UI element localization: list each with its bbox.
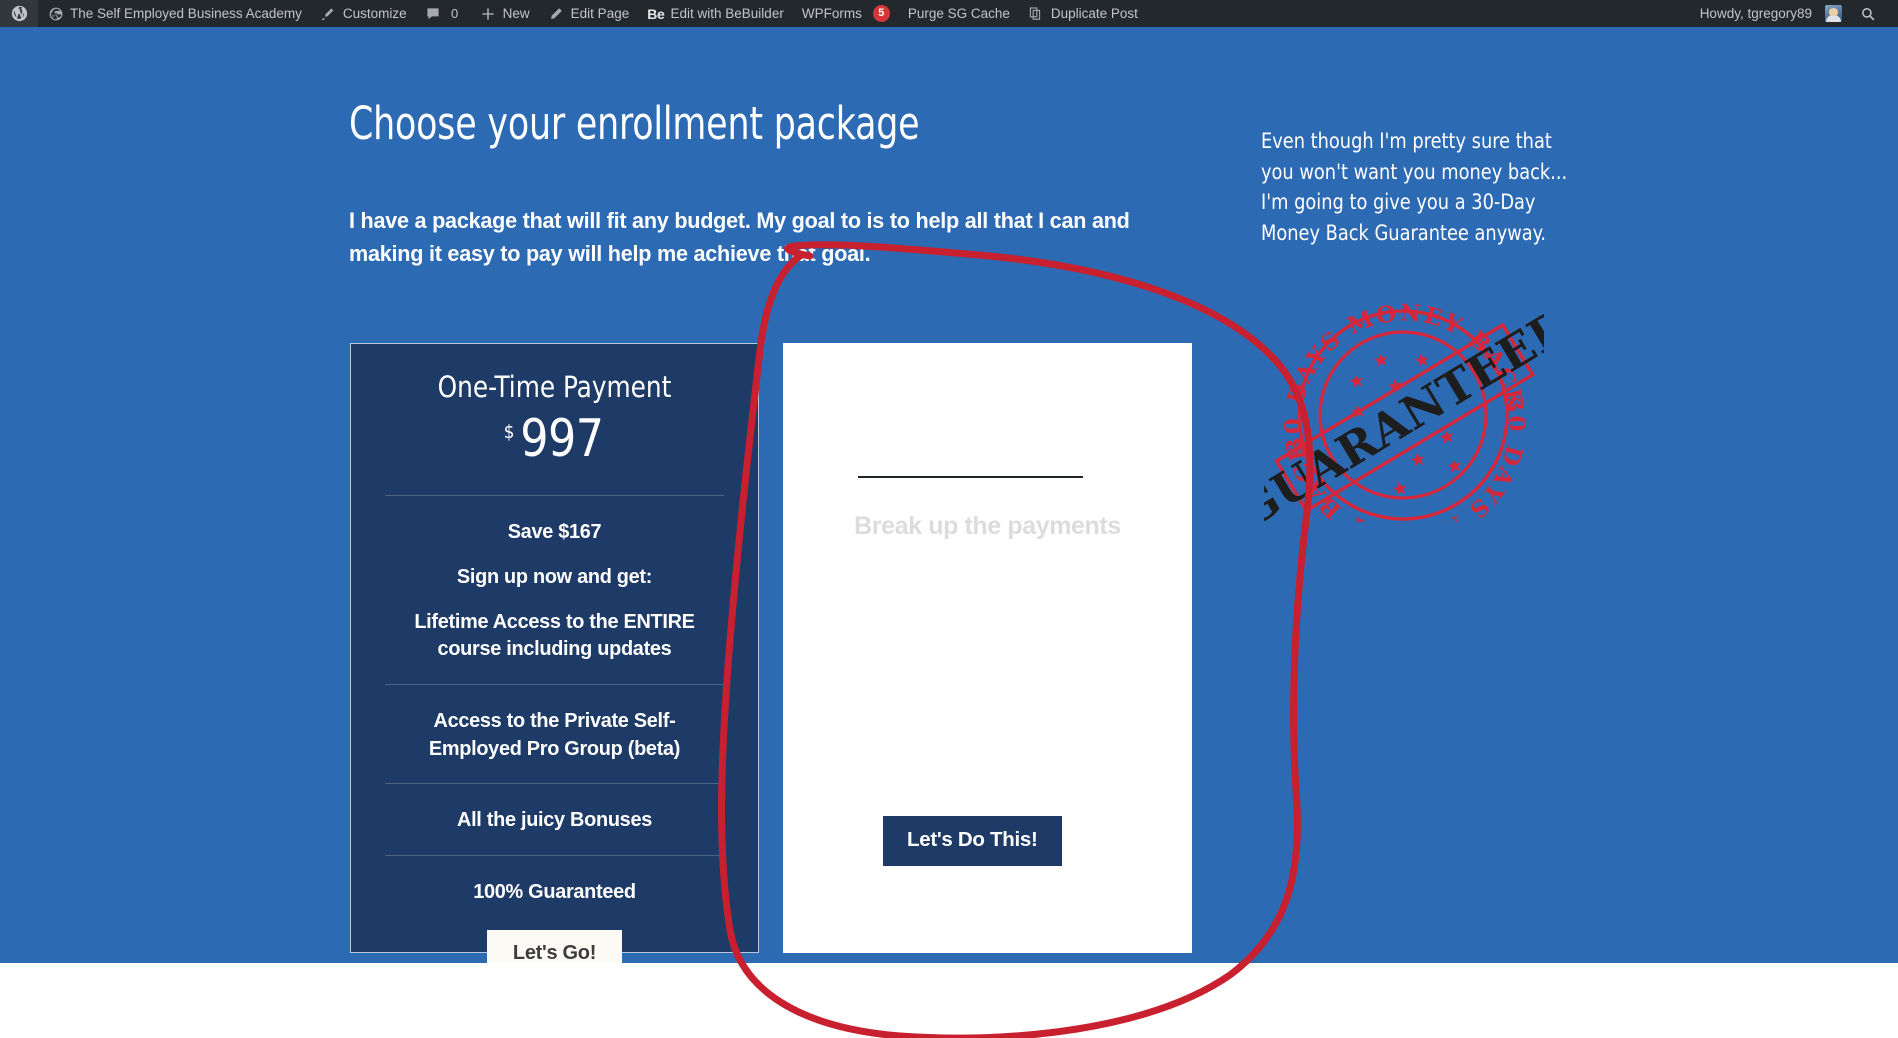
card-divider bbox=[385, 684, 724, 686]
comments-count: 0 bbox=[451, 6, 459, 21]
price-row: $ 997 bbox=[385, 413, 724, 465]
comments-button[interactable]: 0 bbox=[416, 0, 471, 27]
feature-lifetime-access: Lifetime Access to the ENTIRE course inc… bbox=[414, 609, 695, 661]
stamp-arc-top-text: 30 DAYS MONEY BACK bbox=[1264, 297, 1529, 456]
pencil-icon bbox=[548, 5, 565, 22]
money-back-guarantee-stamp: 30 DAYS MONEY BACK 30 DAYS MONEY BACK bbox=[1264, 297, 1544, 522]
pricing-card-one-time: One-Time Payment $ 997 Save $167 Sign up… bbox=[350, 343, 759, 963]
guarantee-note-line-3: I'm going to give you a 30-Day bbox=[1261, 190, 1536, 216]
admin-search-button[interactable] bbox=[1851, 0, 1888, 27]
customize-label: Customize bbox=[342, 6, 407, 21]
price-amount: 997 bbox=[519, 408, 604, 469]
stamp-banner: GUARANTEED bbox=[1264, 297, 1544, 522]
copy-pages-icon bbox=[1028, 5, 1045, 22]
guarantee-note-line-1: Even though I'm pretty sure that bbox=[1261, 129, 1552, 154]
edit-page-label: Edit Page bbox=[570, 6, 630, 21]
site-name-label: The Self Employed Business Academy bbox=[70, 6, 302, 21]
page-title: Choose your enrollment package bbox=[349, 97, 920, 150]
guarantee-note-line-4: Money Back Guarantee anyway. bbox=[1261, 221, 1547, 247]
be-mark-icon: Be bbox=[647, 5, 665, 22]
wp-logo-menu[interactable] bbox=[0, 0, 38, 27]
duplicate-post-label: Duplicate Post bbox=[1050, 6, 1138, 21]
feature-save: Save $167 bbox=[507, 519, 602, 543]
new-content-button[interactable]: New bbox=[471, 0, 539, 27]
lets-do-this-button[interactable]: Let's Do This! bbox=[883, 816, 1062, 866]
purge-sg-cache-button[interactable]: Purge SG Cache bbox=[899, 0, 1019, 27]
stamp-stars bbox=[1349, 353, 1462, 496]
page-root: The Self Employed Business Academy Custo… bbox=[0, 0, 1898, 1038]
stamp-banner-text: GUARANTEED bbox=[1264, 297, 1544, 522]
admin-bar-left-group: The Self Employed Business Academy Custo… bbox=[0, 0, 1147, 27]
paintbrush-icon bbox=[320, 5, 337, 22]
my-account-menu[interactable]: Howdy, tgregory89 bbox=[1691, 0, 1851, 27]
card-divider bbox=[385, 854, 724, 856]
comment-bubble-icon bbox=[425, 5, 442, 22]
installment-divider bbox=[858, 476, 1083, 478]
edit-with-bebuilder-label: Edit with BeBuilder bbox=[670, 6, 784, 21]
sidebar-item-site-name[interactable]: The Self Employed Business Academy bbox=[38, 0, 311, 27]
card-divider bbox=[385, 494, 724, 496]
hero-section: Choose your enrollment package I have a … bbox=[0, 27, 1898, 963]
admin-bar-right-group: Howdy, tgregory89 bbox=[1691, 0, 1898, 27]
stamp-arc-bottom-text: 30 DAYS MONEY BACK bbox=[1280, 393, 1544, 522]
wpforms-button[interactable]: WPForms 5 bbox=[793, 0, 899, 27]
price-currency: $ bbox=[503, 420, 515, 443]
svg-text:30 DAYS MONEY BACK: 30 DAYS MONEY BACK bbox=[1264, 297, 1529, 456]
lets-go-button[interactable]: Let's Go! bbox=[486, 929, 623, 963]
guarantee-note: Even though I'm pretty sure that you won… bbox=[1261, 127, 1568, 250]
edit-page-button[interactable]: Edit Page bbox=[539, 0, 639, 27]
guarantee-note-line-2: you won't want you money back... bbox=[1261, 159, 1568, 185]
search-icon bbox=[1859, 5, 1876, 22]
feature-guaranteed: 100% Guaranteed bbox=[473, 879, 636, 903]
purge-sg-cache-label: Purge SG Cache bbox=[907, 6, 1010, 21]
feature-signup: Sign up now and get: bbox=[456, 564, 653, 588]
wp-admin-bar: The Self Employed Business Academy Custo… bbox=[0, 0, 1898, 27]
new-content-label: New bbox=[502, 6, 530, 21]
dashboard-home-icon bbox=[47, 5, 64, 22]
wpforms-badge: 5 bbox=[872, 5, 890, 22]
pricing-card-installment: Break up the payments Let's Do This! bbox=[783, 343, 1192, 953]
feature-bonuses: All the juicy Bonuses bbox=[456, 808, 653, 832]
installment-title: Break up the payments bbox=[854, 512, 1121, 540]
wpforms-label: WPForms bbox=[801, 6, 862, 21]
plus-icon bbox=[480, 5, 497, 22]
card-divider bbox=[385, 783, 724, 785]
avatar bbox=[1825, 5, 1842, 22]
svg-text:30 DAYS MONEY BACK: 30 DAYS MONEY BACK bbox=[1280, 393, 1544, 522]
feature-private-group: Access to the Private Self-Employed Pro … bbox=[428, 709, 681, 761]
duplicate-post-button[interactable]: Duplicate Post bbox=[1019, 0, 1147, 27]
wordpress-logo-icon bbox=[11, 5, 28, 22]
customize-button[interactable]: Customize bbox=[311, 0, 416, 27]
edit-with-bebuilder-button[interactable]: Be Edit with BeBuilder bbox=[638, 0, 793, 27]
page-subtitle: I have a package that will fit any budge… bbox=[349, 208, 1130, 266]
howdy-label: Howdy, tgregory89 bbox=[1699, 6, 1812, 21]
card-heading-one-time: One-Time Payment bbox=[437, 370, 672, 404]
